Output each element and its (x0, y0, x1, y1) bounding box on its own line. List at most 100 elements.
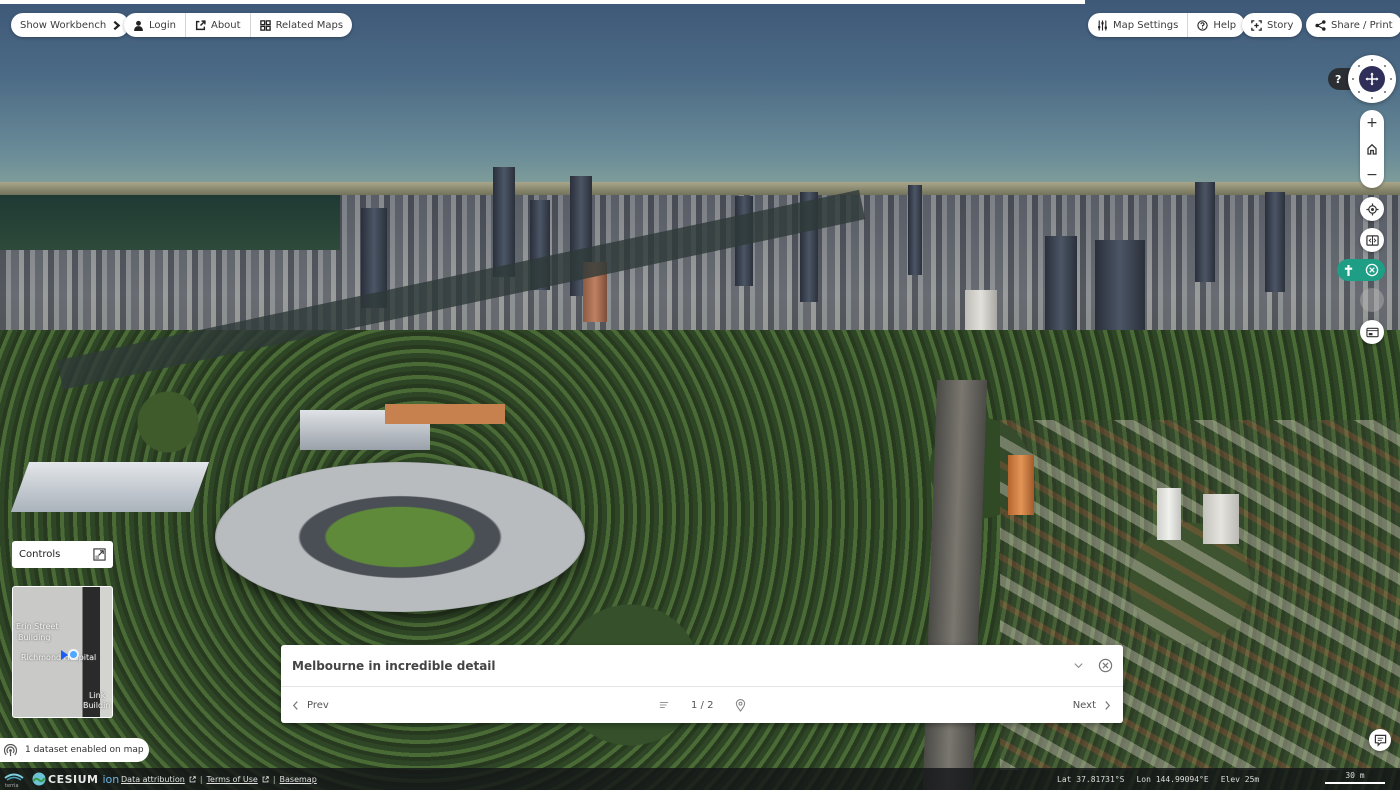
share-icon (1315, 19, 1326, 31)
minimap-label: Richmond Hospital (21, 653, 97, 662)
minimap-label: Erin Street (16, 622, 59, 631)
split-screen-icon (1365, 234, 1379, 246)
share-button-wrap: Share / Print (1306, 13, 1400, 37)
zoom-control: + − (1360, 110, 1384, 188)
svg-text:terria: terria (5, 783, 19, 788)
skyscraper (1195, 182, 1215, 282)
divider: | (199, 774, 203, 784)
related-maps-button[interactable]: Related Maps (251, 13, 352, 37)
stadium (215, 462, 585, 612)
measure-icon (1365, 327, 1379, 337)
feedback-button[interactable] (1369, 729, 1391, 751)
split-screen-button[interactable] (1360, 228, 1384, 252)
compass-center[interactable] (1359, 66, 1385, 92)
story-button-wrap: Story (1242, 13, 1303, 37)
user-icon (134, 20, 143, 31)
close-circle-icon[interactable] (1365, 263, 1379, 277)
chevron-right-icon (1105, 700, 1111, 710)
story-frame-icon (1251, 19, 1262, 31)
help-button[interactable]: Help (1188, 13, 1245, 37)
location-pin-icon[interactable] (735, 698, 746, 712)
story-pager: 1 / 2 (659, 698, 746, 712)
map-settings-button[interactable]: Map Settings (1088, 13, 1189, 37)
distance-scale: 30 m (1325, 771, 1385, 784)
disabled-tool-button (1360, 288, 1384, 312)
terria-logo-icon[interactable]: terria (3, 770, 25, 788)
story-button[interactable]: Story (1242, 13, 1302, 37)
scale-bar (1325, 782, 1385, 784)
story-footer: Prev 1 / 2 Next (281, 687, 1123, 723)
about-button[interactable]: About (186, 13, 251, 37)
broadcast-icon (4, 743, 17, 756)
compass-tick (1384, 91, 1386, 93)
compass[interactable] (1348, 55, 1396, 103)
loading-bar (0, 0, 1085, 4)
page-indicator: 1 / 2 (691, 699, 714, 711)
longitude: Lon 144.99094°E (1136, 774, 1209, 784)
help-circle-icon (1197, 19, 1208, 31)
locate-icon (1365, 202, 1379, 216)
building (1008, 455, 1034, 515)
cesium-logo-icon (32, 772, 46, 786)
arena-roof (385, 404, 505, 424)
feedback-icon (1374, 734, 1386, 747)
skyscraper (493, 167, 515, 277)
data-attribution-link[interactable]: Data attribution (121, 775, 185, 784)
compass-tick (1371, 97, 1373, 99)
zoom-out-button[interactable]: − (1360, 166, 1384, 184)
skyscraper (908, 185, 922, 275)
external-link-icon (262, 775, 269, 782)
terms-of-use-link[interactable]: Terms of Use (207, 775, 258, 784)
footer-links: Data attribution | Terms of Use | Basema… (121, 775, 317, 784)
grid-icon (259, 19, 271, 31)
collapse-chevron-icon[interactable] (1073, 660, 1084, 671)
pedestrian-mode-control (1337, 259, 1385, 281)
compass-tick (1390, 78, 1392, 80)
prev-story-button[interactable]: Prev (292, 700, 329, 711)
dataset-status-button[interactable]: 1 dataset enabled on map (0, 738, 149, 762)
basemap-link[interactable]: Basemap (280, 775, 317, 784)
bay-water (0, 195, 340, 250)
login-button[interactable]: Login (124, 13, 186, 37)
zoom-in-button[interactable]: + (1360, 114, 1384, 132)
expand-icon[interactable] (93, 548, 106, 561)
show-workbench[interactable]: Show Workbench (11, 13, 129, 37)
story-title: Melbourne in incredible detail (292, 658, 496, 673)
share-print-button[interactable]: Share / Print (1306, 13, 1400, 37)
divider: | (272, 774, 276, 784)
next-story-button[interactable]: Next (1073, 700, 1111, 711)
minimap[interactable]: Erin Street Building Richmond Hospital L… (12, 586, 113, 718)
pedestrian-icon[interactable] (1343, 264, 1354, 277)
compass-tick (1352, 78, 1354, 80)
compass-tick (1358, 65, 1360, 67)
external-link-icon (195, 19, 206, 30)
home-icon (1367, 143, 1377, 155)
minimap-label: Building (18, 633, 51, 642)
chevron-right-icon (113, 20, 121, 30)
show-workbench-button[interactable]: Show Workbench (11, 13, 130, 37)
cesium-ion-logo[interactable]: CESIUM ion (32, 772, 119, 786)
my-location-button[interactable] (1360, 197, 1384, 221)
building (1157, 488, 1181, 540)
arena-building (10, 462, 210, 512)
list-icon[interactable] (659, 700, 669, 710)
measure-tool-button[interactable] (1360, 320, 1384, 344)
skyscraper (1265, 192, 1285, 292)
chevron-left-icon (292, 700, 298, 710)
coordinate-readout: Lat 37.81731°S Lon 144.99094°E Elev 25m (1057, 775, 1259, 784)
compass-tick (1371, 59, 1373, 61)
location-marker-icon (70, 651, 77, 658)
story-header: Melbourne in incredible detail (281, 645, 1123, 687)
elevation: Elev 25m (1220, 774, 1260, 784)
controls-panel-header[interactable]: Controls (12, 541, 113, 568)
close-story-icon[interactable] (1098, 658, 1113, 673)
minimap-label: Buildin (83, 701, 111, 710)
story-panel: Melbourne in incredible detail Prev 1 / … (281, 645, 1123, 723)
settings-help-group: Map Settings Help (1088, 13, 1246, 37)
sliders-icon (1098, 20, 1107, 30)
camera-direction-icon (61, 650, 68, 660)
reset-view-button[interactable] (1360, 140, 1384, 158)
scale-label: 30 m (1345, 771, 1365, 780)
building (1203, 494, 1239, 544)
top-menu-group: Login About Related Maps (124, 13, 353, 37)
